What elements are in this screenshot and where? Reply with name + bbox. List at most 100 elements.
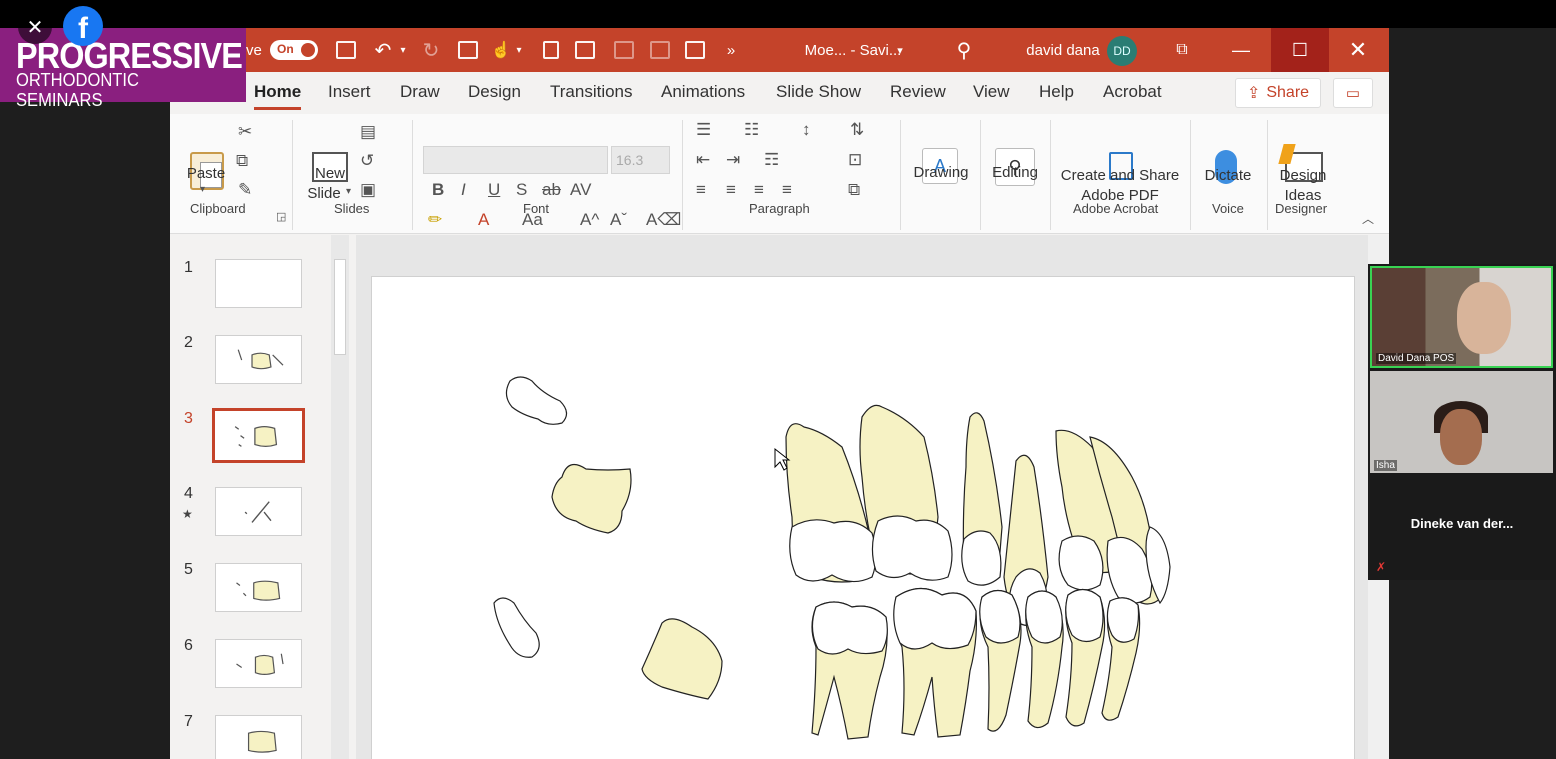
font-family-select[interactable]: [423, 146, 608, 174]
tab-home[interactable]: Home: [254, 82, 302, 110]
dictate-button[interactable]: Dictate: [1192, 166, 1264, 186]
reset-icon[interactable]: ↺: [360, 151, 374, 171]
tab-insert[interactable]: Insert: [328, 82, 371, 102]
cut-icon[interactable]: ✂: [238, 122, 252, 142]
new-slide-label-1[interactable]: New: [302, 164, 358, 184]
slide-thumbnail-7[interactable]: [215, 715, 302, 759]
tab-help[interactable]: Help: [1039, 82, 1074, 102]
clipboard-launcher-icon[interactable]: ◲: [276, 210, 286, 223]
touch-dropdown-icon[interactable]: ▾: [512, 28, 526, 72]
line-spacing-icon[interactable]: ↕: [802, 120, 811, 140]
tab-draw[interactable]: Draw: [400, 82, 440, 102]
slide-thumbnail-6[interactable]: [215, 639, 302, 688]
save-icon[interactable]: [336, 41, 356, 59]
undo-icon[interactable]: ↶: [370, 28, 396, 72]
italic-icon[interactable]: I: [461, 180, 466, 200]
divider: [1267, 120, 1268, 230]
editing-button[interactable]: Editing: [982, 163, 1048, 183]
drawing-button[interactable]: Drawing: [906, 163, 976, 183]
text-direction-icon[interactable]: ⇅: [850, 120, 864, 140]
close-icon[interactable]: ✕: [1329, 28, 1387, 72]
user-name[interactable]: david dana: [1018, 28, 1108, 72]
share-button[interactable]: ⇪ Share: [1235, 78, 1321, 108]
arrange-icon[interactable]: [614, 41, 634, 59]
align-right-icon[interactable]: ≡: [754, 180, 764, 200]
increase-indent-icon[interactable]: ⇥: [726, 150, 740, 170]
align-left-icon[interactable]: ≡: [696, 180, 706, 200]
avatar[interactable]: DD: [1107, 36, 1137, 66]
participant-tile[interactable]: David Dana POS: [1370, 266, 1553, 368]
more-commands-icon[interactable]: »: [721, 28, 741, 72]
search-icon[interactable]: ⚲: [950, 28, 978, 72]
new-slide-dropdown-icon[interactable]: ▾: [346, 186, 351, 197]
slide-canvas[interactable]: [371, 276, 1355, 759]
create-pdf-label-1[interactable]: Create and Share: [1054, 166, 1186, 186]
open-folder-icon[interactable]: [575, 41, 595, 59]
participant-tile[interactable]: Isha: [1370, 371, 1553, 473]
undo-dropdown-icon[interactable]: ▾: [396, 28, 410, 72]
smartart-icon[interactable]: ⧉: [848, 180, 860, 200]
redo-icon[interactable]: ↻: [418, 28, 444, 72]
paste-button[interactable]: Paste: [186, 164, 226, 184]
design-ideas-label-1[interactable]: Design: [1270, 166, 1336, 186]
touch-mode-icon[interactable]: ☝: [490, 28, 512, 72]
slide-thumbnail-2[interactable]: [215, 335, 302, 384]
bold-icon[interactable]: B: [432, 180, 444, 200]
paste-dropdown-icon[interactable]: ▾: [200, 184, 205, 195]
tab-design[interactable]: Design: [468, 82, 521, 102]
char-spacing-icon[interactable]: AV: [570, 180, 591, 200]
tab-animations[interactable]: Animations: [661, 82, 745, 102]
ribbon-display-icon[interactable]: ⧉: [1168, 28, 1196, 72]
dental-drawing: [493, 376, 1171, 740]
top-black-bar: [0, 0, 1556, 28]
slide-thumbnail-4[interactable]: [215, 487, 302, 536]
tab-slide-show[interactable]: Slide Show: [776, 82, 861, 102]
collapse-ribbon-icon[interactable]: ︿: [1362, 210, 1374, 227]
scrollbar-thumb[interactable]: [334, 259, 346, 355]
numbering-icon[interactable]: ☷: [744, 120, 759, 140]
tab-acrobat[interactable]: Acrobat: [1103, 82, 1162, 102]
shrink-font-icon[interactable]: Aˇ: [610, 210, 627, 230]
decrease-indent-icon[interactable]: ⇤: [696, 150, 710, 170]
minimize-icon[interactable]: —: [1212, 28, 1270, 72]
justify-icon[interactable]: ≡: [782, 180, 792, 200]
tab-view[interactable]: View: [973, 82, 1010, 102]
highlight-icon[interactable]: ✏: [428, 210, 442, 230]
strikethrough-icon[interactable]: ab: [542, 180, 561, 200]
slide-thumbnail-5[interactable]: [215, 563, 302, 612]
bullets-icon[interactable]: ☰: [696, 120, 711, 140]
section-icon[interactable]: ▣: [360, 180, 376, 200]
slide-thumbnail-3[interactable]: [212, 408, 305, 463]
grow-font-icon[interactable]: A^: [580, 210, 599, 230]
slide-thumbnail-1[interactable]: [215, 259, 302, 308]
copy-icon[interactable]: ⧉: [236, 151, 248, 171]
close-overlay-icon[interactable]: ✕: [18, 10, 52, 44]
facebook-icon[interactable]: f: [63, 6, 103, 46]
tab-review[interactable]: Review: [890, 82, 946, 102]
center-icon[interactable]: ≡: [726, 180, 736, 200]
layout-icon[interactable]: ▤: [360, 122, 376, 142]
paragraph-group-label: Paragraph: [749, 201, 810, 216]
layout-icon[interactable]: [685, 41, 705, 59]
format-painter-icon[interactable]: ✎: [238, 180, 252, 200]
font-size-select[interactable]: 16.3: [611, 146, 670, 174]
thumbnail-scrollbar[interactable]: [331, 235, 349, 759]
underline-icon[interactable]: U: [488, 180, 500, 200]
autosave-toggle[interactable]: On: [270, 40, 318, 60]
font-color-icon[interactable]: A: [478, 210, 489, 230]
participant-video: [1457, 282, 1511, 354]
tab-transitions[interactable]: Transitions: [550, 82, 633, 102]
shadow-icon[interactable]: S: [516, 180, 527, 200]
slide-number: 3: [184, 410, 193, 427]
maximize-icon[interactable]: ☐: [1271, 28, 1329, 72]
designer-group-label: Designer: [1275, 201, 1328, 216]
group-icon[interactable]: [650, 41, 670, 59]
upper-crown-5: [1058, 535, 1104, 591]
align-text-icon[interactable]: ⊡: [848, 150, 862, 170]
columns-icon[interactable]: ☶: [764, 150, 779, 170]
title-dropdown-icon[interactable]: ▾: [892, 28, 908, 72]
present-icon[interactable]: [458, 41, 478, 59]
clear-format-icon[interactable]: A⌫: [646, 210, 681, 230]
comments-icon[interactable]: ▭: [1333, 78, 1373, 108]
new-file-icon[interactable]: [543, 41, 559, 59]
